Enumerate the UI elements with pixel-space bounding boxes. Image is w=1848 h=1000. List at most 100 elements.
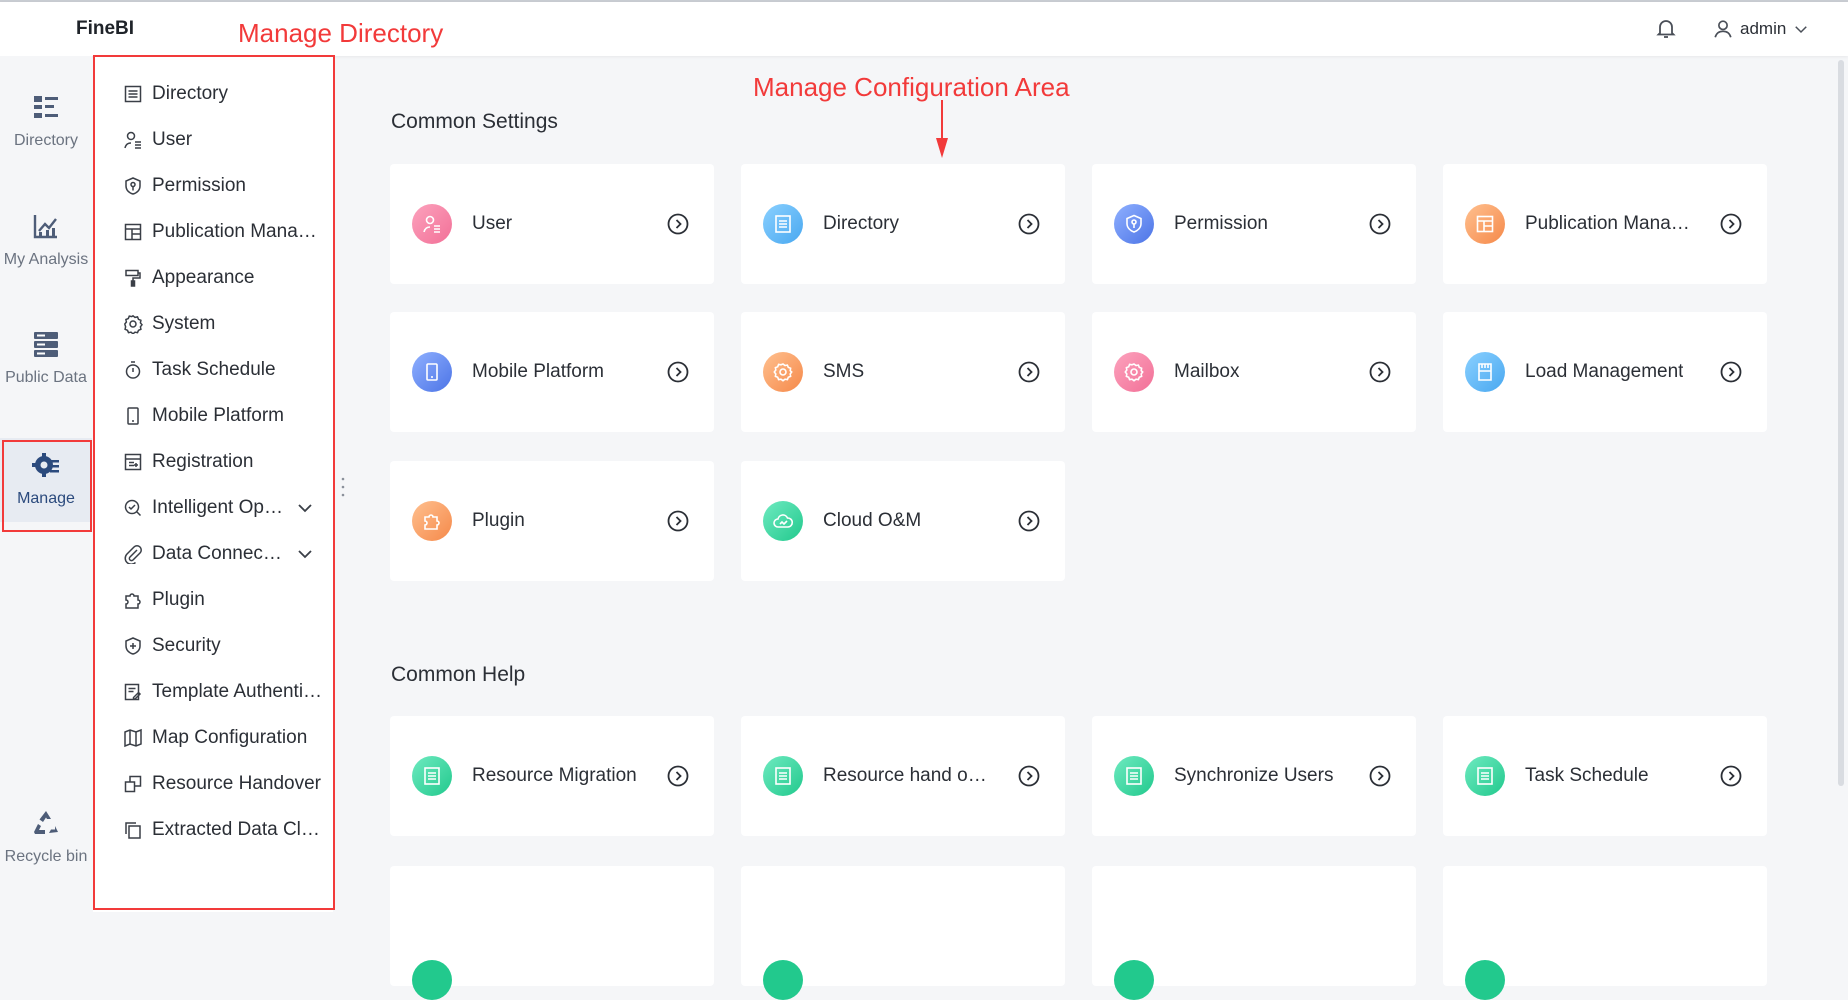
menu-label: Registration bbox=[152, 451, 254, 472]
menu-label: Security bbox=[152, 635, 221, 656]
menu-item-plugin[interactable]: Plugin bbox=[93, 580, 333, 620]
card-label: Load Management bbox=[1525, 361, 1684, 382]
arrow-circle-right-icon[interactable] bbox=[666, 360, 690, 384]
menu-item-permission[interactable]: Permission bbox=[93, 166, 333, 206]
card-label: Mobile Platform bbox=[472, 361, 604, 382]
menu-item-security[interactable]: Security bbox=[93, 626, 333, 666]
rail-item-public-data[interactable]: Public Data bbox=[0, 317, 92, 401]
card-synchronize-users[interactable]: Synchronize Users bbox=[1092, 716, 1416, 836]
common-settings-title: Common Settings bbox=[391, 110, 558, 133]
card-sms[interactable]: SMS bbox=[741, 312, 1065, 432]
arrow-circle-right-icon[interactable] bbox=[1719, 212, 1743, 236]
menu-item-appearance[interactable]: Appearance bbox=[93, 258, 333, 298]
menu-label: Mobile Platform bbox=[152, 405, 284, 426]
rail-item-my-analysis[interactable]: My Analysis bbox=[0, 199, 92, 283]
arrow-circle-right-icon[interactable] bbox=[1017, 212, 1041, 236]
content-scrollbar[interactable] bbox=[1838, 60, 1844, 786]
card-help-more[interactable] bbox=[1443, 866, 1767, 1000]
shield-key-icon bbox=[1114, 204, 1154, 244]
menu-item-mobile-platform[interactable]: Mobile Platform bbox=[93, 396, 333, 436]
arrow-circle-right-icon[interactable] bbox=[1719, 360, 1743, 384]
arrow-circle-right-icon[interactable] bbox=[1368, 212, 1392, 236]
menu-item-user[interactable]: User bbox=[93, 120, 333, 160]
arrow-circle-right-icon[interactable] bbox=[666, 509, 690, 533]
document-icon bbox=[1114, 960, 1154, 1000]
directory-icon bbox=[34, 96, 58, 118]
chevron-down-icon[interactable] bbox=[295, 544, 315, 564]
card-label: Directory bbox=[823, 213, 900, 234]
rail-label-public-data: Public Data bbox=[5, 369, 87, 386]
card-mobile-platform[interactable]: Mobile Platform bbox=[390, 312, 714, 432]
shield-key-icon bbox=[125, 177, 141, 195]
card-label: Permission bbox=[1174, 213, 1268, 234]
recycle-icon bbox=[34, 811, 58, 834]
chevron-down-icon[interactable] bbox=[295, 498, 315, 518]
menu-item-system[interactable]: System bbox=[93, 304, 333, 344]
menu-item-publication-management[interactable]: Publication Management bbox=[93, 212, 333, 252]
arrow-circle-right-icon[interactable] bbox=[666, 764, 690, 788]
cloud-icon bbox=[763, 501, 803, 541]
menu-label: Permission bbox=[152, 175, 246, 196]
card-user[interactable]: User bbox=[390, 164, 714, 284]
user-menu[interactable]: admin bbox=[1712, 16, 1810, 42]
bell-icon[interactable] bbox=[1654, 16, 1678, 40]
menu-item-template-authentication[interactable]: Template Authentication bbox=[93, 672, 333, 712]
card-label: Plugin bbox=[472, 510, 525, 531]
arrow-circle-right-icon[interactable] bbox=[1017, 764, 1041, 788]
menu-label: Data Connection bbox=[152, 543, 284, 564]
arrow-circle-right-icon[interactable] bbox=[1017, 360, 1041, 384]
card-help-more[interactable] bbox=[390, 866, 714, 1000]
menu-label: Appearance bbox=[152, 267, 255, 288]
annotation-manage-directory: Manage Directory bbox=[238, 18, 444, 48]
card-permission[interactable]: Permission bbox=[1092, 164, 1416, 284]
document-icon bbox=[1465, 756, 1505, 796]
menu-item-registration[interactable]: Registration bbox=[93, 442, 333, 482]
rail-item-recycle-bin[interactable]: Recycle bin bbox=[0, 796, 92, 880]
card-label: Resource hand over bbox=[823, 765, 993, 786]
manage-directory-menu: Directory User Permission Publication Ma… bbox=[93, 56, 333, 912]
card-load-management[interactable]: Load Management bbox=[1443, 312, 1767, 432]
menu-item-map-configuration[interactable]: Map Configuration bbox=[93, 718, 333, 758]
paint-roller-icon bbox=[125, 269, 141, 287]
card-resource-hand-over[interactable]: Resource hand over bbox=[741, 716, 1065, 836]
arrow-circle-right-icon[interactable] bbox=[1719, 764, 1743, 788]
handover-icon bbox=[124, 775, 142, 793]
analysis-chart-icon bbox=[33, 215, 57, 239]
menu-item-directory[interactable]: Directory bbox=[93, 74, 333, 114]
gear-icon bbox=[763, 352, 803, 392]
menu-label: Plugin bbox=[152, 589, 205, 610]
card-mailbox[interactable]: Mailbox bbox=[1092, 312, 1416, 432]
paperclip-icon bbox=[124, 545, 142, 564]
card-help-more[interactable] bbox=[741, 866, 1065, 1000]
card-publication-management[interactable]: Publication Management bbox=[1443, 164, 1767, 284]
puzzle-icon bbox=[125, 593, 141, 609]
rail-item-manage[interactable]: Manage bbox=[0, 438, 92, 522]
menu-item-data-connection[interactable]: Data Connection bbox=[93, 534, 333, 574]
rail-label-manage: Manage bbox=[17, 490, 75, 507]
list-icon bbox=[763, 204, 803, 244]
rail-item-directory[interactable]: Directory bbox=[0, 80, 92, 164]
menu-item-intelligent-operation[interactable]: Intelligent Operation bbox=[93, 488, 333, 528]
card-directory[interactable]: Directory bbox=[741, 164, 1065, 284]
arrow-circle-right-icon[interactable] bbox=[1368, 360, 1392, 384]
document-icon bbox=[1465, 960, 1505, 1000]
rail-label-my-analysis: My Analysis bbox=[3, 251, 89, 268]
common-help-title: Common Help bbox=[391, 663, 526, 686]
chevron-down-icon bbox=[1795, 26, 1808, 34]
card-help-more[interactable] bbox=[1092, 866, 1416, 1000]
card-resource-migration[interactable]: Resource Migration bbox=[390, 716, 714, 836]
user-icon bbox=[412, 204, 452, 244]
username: admin bbox=[1740, 19, 1787, 38]
menu-item-extracted-data-clear[interactable]: Extracted Data Clear bbox=[93, 810, 333, 850]
menu-item-resource-handover[interactable]: Resource Handover bbox=[93, 764, 333, 804]
menu-label: Extracted Data Clear bbox=[152, 819, 324, 840]
card-plugin[interactable]: Plugin bbox=[390, 461, 714, 581]
arrow-circle-right-icon[interactable] bbox=[666, 212, 690, 236]
menu-item-task-schedule[interactable]: Task Schedule bbox=[93, 350, 333, 390]
arrow-circle-right-icon[interactable] bbox=[1368, 764, 1392, 788]
card-task-schedule[interactable]: Task Schedule bbox=[1443, 716, 1767, 836]
menu-label: Directory bbox=[152, 83, 229, 104]
card-cloud-om[interactable]: Cloud O&M bbox=[741, 461, 1065, 581]
arrow-circle-right-icon[interactable] bbox=[1017, 509, 1041, 533]
card-label: User bbox=[472, 213, 513, 234]
